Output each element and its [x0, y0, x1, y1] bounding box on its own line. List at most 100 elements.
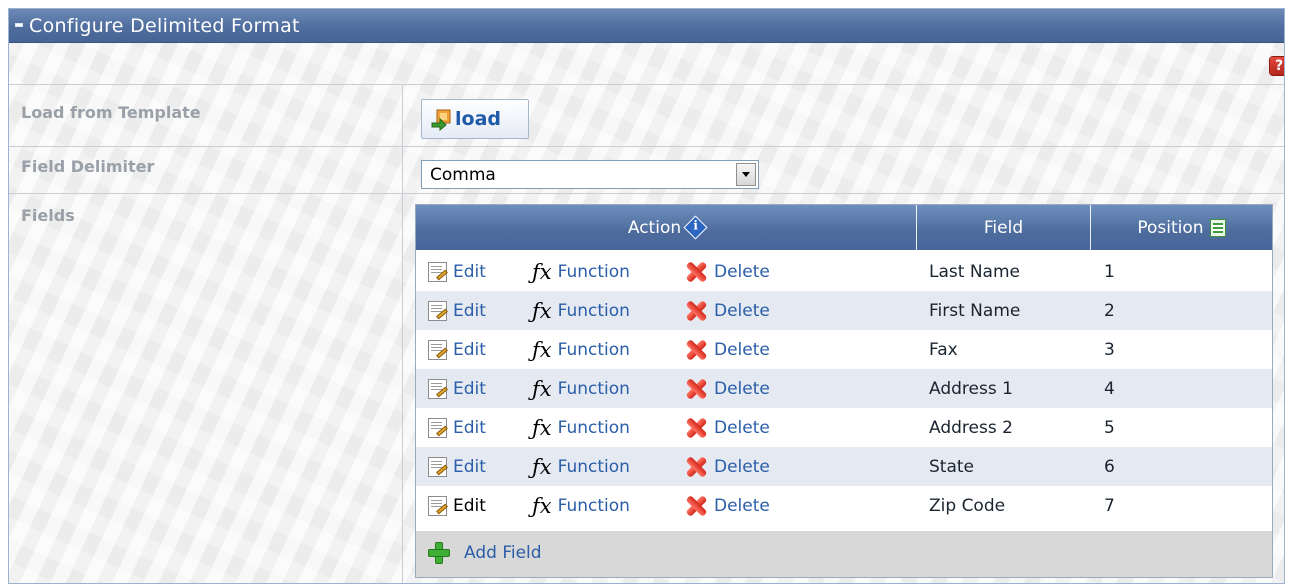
- load-button-label: load: [455, 108, 501, 130]
- excel-export-icon[interactable]: [1209, 218, 1226, 237]
- position-cell: 5: [1104, 417, 1115, 438]
- delete-link[interactable]: Delete: [684, 252, 770, 291]
- function-icon: ƒx: [532, 376, 552, 401]
- function-icon: ƒx: [532, 493, 552, 518]
- field-cell: Address 2: [929, 417, 1013, 438]
- function-link[interactable]: ƒx Function: [532, 447, 630, 486]
- table-row: Edit ƒx Function Delete Address 1 4: [416, 369, 1272, 408]
- panel-titlebar[interactable]: Configure Delimited Format: [9, 9, 1284, 43]
- delete-label: Delete: [714, 339, 770, 360]
- delete-label: Delete: [714, 417, 770, 438]
- function-label: Function: [557, 378, 630, 399]
- function-icon: ƒx: [532, 415, 552, 440]
- fields-label: Fields: [21, 206, 75, 225]
- delete-label: Delete: [714, 300, 770, 321]
- edit-icon: [428, 339, 447, 360]
- position-cell: 3: [1104, 339, 1115, 360]
- delete-icon: [684, 299, 708, 323]
- delete-label: Delete: [714, 456, 770, 477]
- action-column-label: Action: [627, 217, 682, 238]
- delete-icon: [684, 455, 708, 479]
- edit-link[interactable]: Edit: [428, 447, 486, 486]
- delete-link[interactable]: Delete: [684, 369, 770, 408]
- position-cell: 4: [1104, 378, 1115, 399]
- position-cell: 7: [1104, 495, 1115, 516]
- function-link[interactable]: ƒx Function: [532, 486, 630, 525]
- position-column-label: Position: [1137, 217, 1204, 238]
- delete-icon: [684, 494, 708, 518]
- field-cell: Zip Code: [929, 495, 1006, 516]
- table-row: Edit ƒx Function Delete Address 2 5: [416, 408, 1272, 447]
- edit-icon: [428, 495, 447, 516]
- position-cell: 6: [1104, 456, 1115, 477]
- edit-label: Edit: [453, 495, 486, 516]
- edit-label: Edit: [453, 300, 486, 321]
- fields-grid: Action Field Position EditƒxFunctionDele…: [415, 204, 1273, 578]
- edit-icon: [428, 417, 447, 438]
- table-row: Edit ƒx Function Delete State 6: [416, 447, 1272, 486]
- field-column-label: Field: [983, 217, 1024, 238]
- function-icon: ƒx: [532, 298, 552, 323]
- field-cell: Fax: [929, 339, 958, 360]
- delete-icon: [684, 377, 708, 401]
- grid-header: Action Field Position: [416, 205, 1272, 250]
- field-column-header[interactable]: Field: [917, 205, 1090, 250]
- info-icon[interactable]: [683, 215, 708, 240]
- row-divider: [9, 146, 1284, 147]
- table-row: Edit ƒx Function Delete Fax 3: [416, 330, 1272, 369]
- delete-link[interactable]: Delete: [684, 330, 770, 369]
- panel-title: Configure Delimited Format: [29, 15, 300, 37]
- edit-icon: [428, 378, 447, 399]
- function-icon: ƒx: [532, 454, 552, 479]
- edit-link[interactable]: Edit: [428, 486, 486, 525]
- field-delimiter-select[interactable]: Comma: [421, 160, 759, 189]
- add-field-link[interactable]: Add Field: [464, 543, 542, 563]
- load-from-template-label: Load from Template: [21, 103, 201, 122]
- edit-label: Edit: [453, 339, 486, 360]
- function-link[interactable]: ƒx Function: [532, 408, 630, 447]
- field-delimiter-label: Field Delimiter: [21, 157, 155, 176]
- edit-icon: [428, 300, 447, 321]
- function-label: Function: [557, 339, 630, 360]
- field-delimiter-value: Comma: [430, 165, 496, 185]
- function-label: Function: [557, 495, 630, 516]
- column-divider: [402, 84, 403, 583]
- table-row: Edit ƒx Function Delete First Name 2: [416, 291, 1272, 330]
- load-template-button[interactable]: load: [421, 99, 529, 139]
- table-row: Edit ƒx Function Delete Zip Code 7: [416, 486, 1272, 525]
- action-column-header: Action: [416, 205, 916, 250]
- edit-label: Edit: [453, 261, 486, 282]
- function-link[interactable]: ƒx Function: [532, 369, 630, 408]
- add-icon[interactable]: [428, 542, 450, 564]
- edit-label: Edit: [453, 417, 486, 438]
- delete-icon: [684, 260, 708, 284]
- edit-link[interactable]: Edit: [428, 291, 486, 330]
- edit-label: Edit: [453, 456, 486, 477]
- delete-label: Delete: [714, 378, 770, 399]
- edit-label: Edit: [453, 378, 486, 399]
- edit-icon: [428, 261, 447, 282]
- edit-link[interactable]: Edit: [428, 252, 486, 291]
- edit-link[interactable]: Edit: [428, 408, 486, 447]
- function-icon: ƒx: [532, 337, 552, 362]
- function-icon: ƒx: [532, 259, 552, 284]
- chevron-down-icon[interactable]: [736, 163, 756, 186]
- position-column-header[interactable]: Position: [1091, 205, 1272, 250]
- function-link[interactable]: ƒx Function: [532, 252, 630, 291]
- collapse-icon[interactable]: [15, 23, 23, 27]
- row-divider: [9, 84, 1284, 85]
- edit-link[interactable]: Edit: [428, 330, 486, 369]
- edit-link[interactable]: Edit: [428, 369, 486, 408]
- row-divider: [9, 193, 1284, 194]
- function-link[interactable]: ƒx Function: [532, 330, 630, 369]
- load-icon: [431, 109, 451, 131]
- field-cell: State: [929, 456, 974, 477]
- delete-link[interactable]: Delete: [684, 447, 770, 486]
- delete-link[interactable]: Delete: [684, 291, 770, 330]
- delete-link[interactable]: Delete: [684, 486, 770, 525]
- help-icon[interactable]: ?: [1270, 57, 1284, 75]
- delete-icon: [684, 338, 708, 362]
- delete-label: Delete: [714, 261, 770, 282]
- function-link[interactable]: ƒx Function: [532, 291, 630, 330]
- delete-link[interactable]: Delete: [684, 408, 770, 447]
